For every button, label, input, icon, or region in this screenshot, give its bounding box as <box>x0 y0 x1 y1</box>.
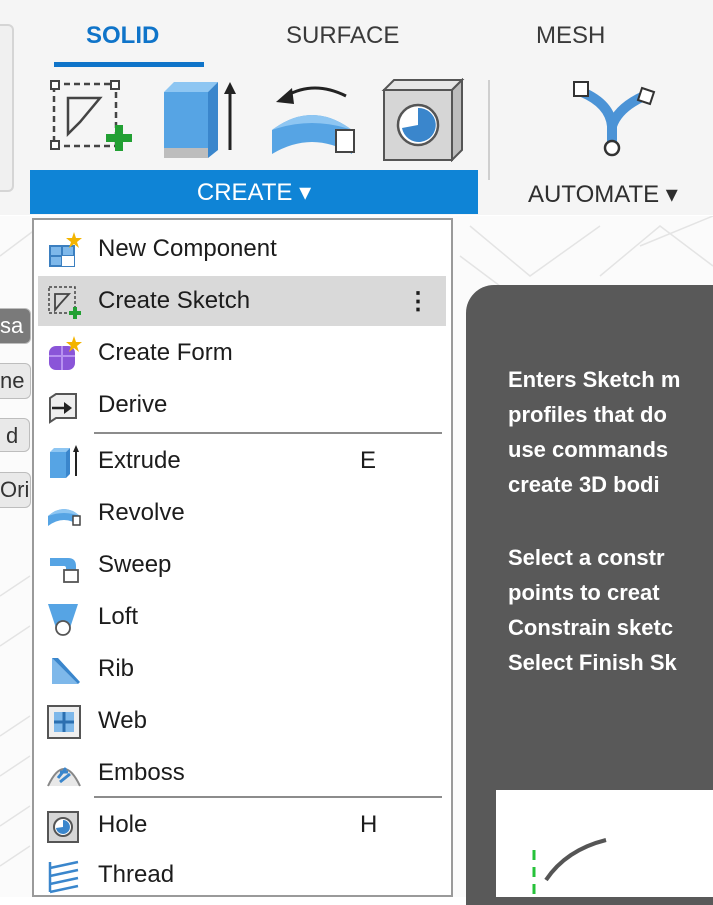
new-component-icon <box>49 232 82 267</box>
revolve-icon <box>48 509 81 526</box>
menu-item-derive[interactable]: Derive <box>38 380 446 430</box>
create-group-label: CREATE ▾ <box>196 179 312 206</box>
tab-solid[interactable]: SOLID <box>86 22 159 50</box>
automate-tool[interactable] <box>570 78 664 164</box>
menu-item-label: Extrude <box>98 447 181 474</box>
web-icon <box>47 705 81 739</box>
menu-item-emboss[interactable]: Emboss <box>38 748 446 798</box>
create-sketch-icon <box>48 286 81 319</box>
emboss-icon <box>47 767 81 787</box>
extrude-icon <box>50 445 79 478</box>
menu-item-label: Revolve <box>98 499 185 526</box>
more-options-icon[interactable]: ⋮ <box>406 287 430 316</box>
menu-item-extrude[interactable]: Extrude E <box>38 436 446 486</box>
toolbar-ribbon: SOLID SURFACE MESH CREATE ▾ AUTOMATE ▾ <box>0 0 713 215</box>
sweep-icon <box>50 558 79 583</box>
create-sketch-tool[interactable] <box>50 78 134 160</box>
active-tab-indicator <box>54 62 204 67</box>
sketch-preview-graphic <box>532 838 607 897</box>
menu-item-label: Hole <box>98 811 148 838</box>
menu-item-create-sketch[interactable]: Create Sketch ⋮ <box>38 276 446 326</box>
menu-item-loft[interactable]: Loft <box>38 592 446 642</box>
menu-divider <box>94 432 442 434</box>
create-sketch-icon <box>50 80 132 151</box>
tooltip-line: profiles that do <box>508 402 667 427</box>
group-separator <box>488 80 490 180</box>
menu-item-label: Derive <box>98 391 168 418</box>
menu-item-label: Create Sketch <box>98 287 251 314</box>
automate-group-button[interactable]: AUTOMATE ▾ <box>528 180 678 209</box>
menu-item-new-component[interactable]: New Component <box>38 224 446 274</box>
shortcut-key: H <box>360 811 378 838</box>
menu-item-label: Sweep <box>98 551 172 578</box>
revolve-icon <box>272 86 355 154</box>
shortcut-key: E <box>360 447 377 474</box>
create-dropdown-menu: New Component Create Sketch ⋮ Create For… <box>32 218 453 897</box>
tooltip-line: points to creat <box>508 580 660 605</box>
hole-icon <box>381 77 465 163</box>
menu-item-label: Web <box>98 707 147 734</box>
tooltip-line: create 3D bodi <box>508 472 660 497</box>
hole-icon <box>47 811 79 843</box>
create-group-button[interactable]: CREATE ▾ <box>30 170 478 214</box>
side-tag-4[interactable]: Ori <box>0 472 31 508</box>
menu-item-create-form[interactable]: Create Form <box>38 328 446 378</box>
menu-divider <box>94 796 442 798</box>
side-tag-2[interactable]: ne <box>0 363 31 399</box>
menu-item-thread[interactable]: Thread <box>38 850 446 900</box>
tooltip-line: Select a constr <box>508 545 665 570</box>
side-tag-1[interactable]: sa <box>0 308 31 344</box>
automate-icon <box>573 81 656 157</box>
menu-item-rib[interactable]: Rib <box>38 644 446 694</box>
side-tag-3[interactable]: d <box>0 418 30 452</box>
revolve-tool[interactable] <box>266 78 362 160</box>
tooltip-preview-image <box>496 790 713 897</box>
tooltip-line: Enters Sketch m <box>508 367 681 392</box>
extrude-tool[interactable] <box>160 78 244 160</box>
menu-item-label: Rib <box>98 655 135 682</box>
menu-item-web[interactable]: Web <box>38 696 446 746</box>
derive-icon <box>49 393 77 424</box>
menu-item-label: Create Form <box>98 339 233 366</box>
menu-item-label: Thread <box>98 861 175 888</box>
menu-item-hole[interactable]: Hole H <box>38 800 446 850</box>
rib-icon <box>52 658 80 684</box>
hole-tool[interactable] <box>380 77 468 163</box>
extrude-icon <box>164 82 236 158</box>
create-form-icon <box>49 336 82 370</box>
left-panel-edge <box>0 24 14 192</box>
tab-mesh[interactable]: MESH <box>536 22 605 50</box>
tab-surface[interactable]: SURFACE <box>286 22 399 50</box>
tooltip-line: Constrain sketc <box>508 615 674 640</box>
menu-item-label: New Component <box>98 235 277 262</box>
menu-item-label: Emboss <box>98 759 185 786</box>
thread-icon <box>48 860 79 894</box>
tooltip-line: use commands <box>508 437 669 462</box>
loft-icon <box>48 604 78 636</box>
menu-item-sweep[interactable]: Sweep <box>38 540 446 590</box>
tooltip-line: Select Finish Sk <box>508 650 677 675</box>
menu-item-label: Loft <box>98 603 139 630</box>
menu-item-revolve[interactable]: Revolve <box>38 488 446 538</box>
